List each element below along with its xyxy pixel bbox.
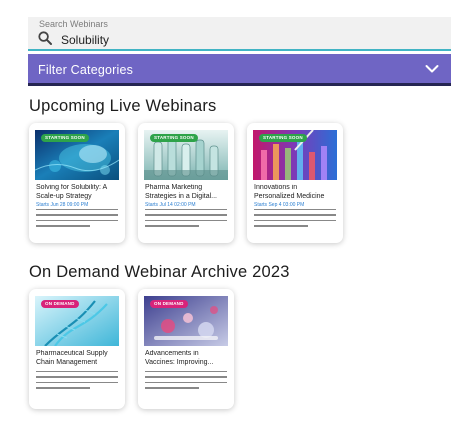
search-label: Search Webinars: [39, 19, 108, 29]
webinar-card[interactable]: ON DEMAND Pharmaceutical Supply Chain Ma…: [29, 289, 125, 409]
on-demand-badge: ON DEMAND: [150, 300, 188, 308]
search-box[interactable]: Search Webinars Solubility: [28, 17, 451, 51]
search-icon[interactable]: [38, 31, 52, 45]
webinar-date: Starts Jul 14 02:00 PM: [145, 202, 196, 208]
starting-soon-badge: STARTING SOON: [150, 134, 198, 142]
upcoming-webinars-heading: Upcoming Live Webinars: [29, 97, 217, 115]
starting-soon-badge: STARTING SOON: [259, 134, 307, 142]
on-demand-badge: ON DEMAND: [41, 300, 79, 308]
webinar-card[interactable]: STARTING SOON Innovations in Personalize…: [247, 123, 343, 243]
description-placeholder: [254, 209, 336, 231]
description-placeholder: [36, 209, 118, 231]
filter-categories-label: Filter Categories: [38, 63, 134, 77]
webinar-date: Starts Sep 4 03:00 PM: [254, 202, 305, 208]
chevron-down-icon[interactable]: [425, 64, 439, 74]
webinar-title: Pharmaceutical Supply Chain Management: [36, 350, 108, 366]
starting-soon-badge: STARTING SOON: [41, 134, 89, 142]
webinar-title: Advancements in Vaccines: Improving...: [145, 350, 214, 366]
filter-categories-dropdown[interactable]: Filter Categories: [28, 54, 451, 86]
search-input[interactable]: Solubility: [61, 33, 109, 47]
webinar-title: Pharma Marketing Strategies in a Digital…: [145, 184, 217, 200]
webinar-title: Innovations in Personalized Medicine: [254, 184, 325, 200]
webinar-title: Solving for Solubility: A Scale-up Strat…: [36, 184, 107, 200]
webinar-card[interactable]: STARTING SOON Solving for Solubility: A …: [29, 123, 125, 243]
description-placeholder: [36, 371, 118, 393]
description-placeholder: [145, 209, 227, 231]
webinar-card[interactable]: STARTING SOON Pharma Marketing Strategie…: [138, 123, 234, 243]
description-placeholder: [145, 371, 227, 393]
webinar-date: Starts Jun 28 09:00 PM: [36, 202, 89, 208]
on-demand-archive-heading: On Demand Webinar Archive 2023: [29, 263, 290, 281]
webinar-card[interactable]: ON DEMAND Advancements in Vaccines: Impr…: [138, 289, 234, 409]
